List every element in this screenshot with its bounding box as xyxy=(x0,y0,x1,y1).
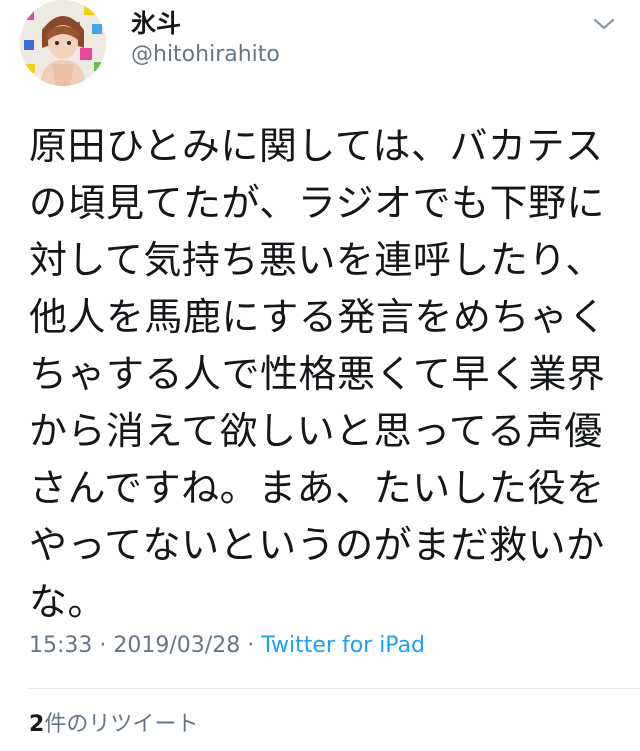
tweet-text: 原田ひとみに関しては、バカテス の頃見てたが、ラジオでも下野に 対して気持ち悪い… xyxy=(29,118,609,631)
retweet-count: 2 xyxy=(29,712,45,737)
tweet-card: 氷斗 @hitohirahito 原田ひとみに関しては、バカテス の頃見てたが、… xyxy=(0,0,640,751)
divider xyxy=(29,688,640,689)
meta-separator: · xyxy=(99,633,107,658)
retweet-label: 件のリツイート xyxy=(44,712,199,737)
tweet-text-line: 他人を馬鹿にする発言をめちゃく xyxy=(29,295,607,339)
author-handle[interactable]: @hitohirahito xyxy=(131,42,280,67)
tweet-time: 15:33 xyxy=(29,633,93,658)
chevron-down-icon[interactable] xyxy=(592,14,616,34)
tweet-text-line: 対して気持ち悪いを連呼したり、 xyxy=(29,238,604,282)
tweet-text-line: な。 xyxy=(29,580,107,624)
tweet-text-line: さんですね。まあ、たいした役を xyxy=(29,466,605,510)
tweet-text-line: から消えて欲しいと思ってる声優 xyxy=(29,409,603,453)
tweet-date: 2019/03/28 xyxy=(113,633,241,658)
tweet-text-line: の頃見てたが、ラジオでも下野に xyxy=(29,181,605,225)
avatar[interactable] xyxy=(20,0,106,86)
tweet-source-link[interactable]: Twitter for iPad xyxy=(261,633,425,658)
tweet-meta: 15:33 · 2019/03/28 · Twitter for iPad xyxy=(29,633,425,658)
tweet-text-line: やってないというのがまだ救いか xyxy=(29,523,605,567)
retweet-count-link[interactable]: 2件のリツイート xyxy=(29,706,198,738)
tweet-text-line: 原田ひとみに関しては、バカテス xyxy=(29,124,604,168)
author-display-name[interactable]: 氷斗 xyxy=(131,4,181,40)
tweet-text-line: ちゃする人で性格悪くて早く業界 xyxy=(29,352,606,396)
meta-separator: · xyxy=(247,633,255,658)
